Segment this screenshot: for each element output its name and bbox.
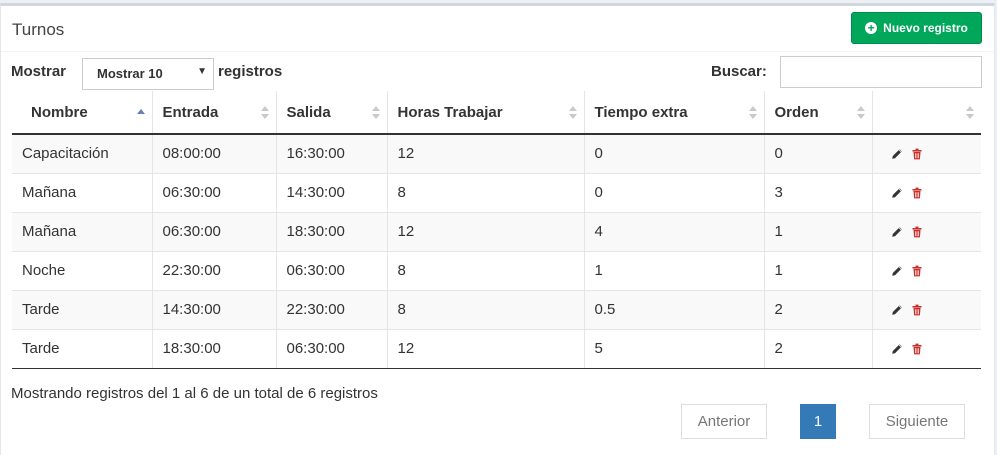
pencil-icon[interactable]: [891, 226, 903, 238]
search-input[interactable]: [780, 56, 982, 88]
cell-salida: 06:30:00: [276, 251, 388, 291]
cell-actions: [872, 134, 981, 174]
plus-circle-icon: +: [865, 22, 878, 34]
sort-icon: [748, 106, 757, 120]
length-prefix: Mostrar: [11, 63, 67, 80]
column-header-actions[interactable]: [872, 91, 981, 135]
column-header-tiempo-extra[interactable]: Tiempo extra: [584, 91, 765, 135]
cell-tiempo-extra: 0: [584, 173, 765, 213]
trash-icon[interactable]: [911, 265, 923, 277]
table-row: Tarde 14:30:00 22:30:00 8 0.5 2: [12, 290, 981, 330]
cell-nombre: Mañana: [12, 212, 153, 252]
chevron-down-icon: ▼: [197, 66, 207, 77]
pencil-icon[interactable]: [891, 265, 903, 277]
page-1-button[interactable]: 1: [800, 404, 836, 439]
table-row: Mañana 06:30:00 18:30:00 12 4 1: [12, 212, 981, 252]
trash-icon[interactable]: [911, 148, 923, 160]
cell-entrada: 08:00:00: [152, 134, 277, 174]
sort-asc-icon: [136, 106, 145, 120]
table-row: Capacitación 08:00:00 16:30:00 12 0 0: [12, 134, 981, 174]
cell-tiempo-extra: 4: [584, 212, 765, 252]
page-length-value: Mostrar 10: [97, 66, 163, 81]
cell-tiempo-extra: 1: [584, 251, 765, 291]
table-row: Noche 22:30:00 06:30:00 8 1 1: [12, 251, 981, 291]
cell-nombre: Tarde: [12, 329, 153, 369]
sort-icon: [966, 106, 974, 120]
shifts-table: Nombre Entrada Salida Horas Trabajar Tie…: [12, 91, 981, 369]
new-record-button[interactable]: + Nuevo registro: [851, 12, 982, 44]
cell-nombre: Noche: [12, 251, 153, 291]
pencil-icon[interactable]: [891, 343, 903, 355]
cell-horas-trabajar: 8: [387, 251, 585, 291]
cell-nombre: Capacitación: [12, 134, 153, 174]
table-row: Tarde 18:30:00 06:30:00 12 5 2: [12, 329, 981, 369]
table-info: Mostrando registros del 1 al 6 de un tot…: [11, 385, 378, 402]
cell-actions: [872, 173, 981, 213]
cell-entrada: 06:30:00: [152, 212, 277, 252]
table-row: Mañana 06:30:00 14:30:00 8 0 3: [12, 173, 981, 213]
column-header-salida[interactable]: Salida: [276, 91, 388, 135]
cell-entrada: 14:30:00: [152, 290, 277, 330]
cell-salida: 14:30:00: [276, 173, 388, 213]
cell-actions: [872, 329, 981, 369]
sort-icon: [371, 106, 380, 120]
cell-tiempo-extra: 0: [584, 134, 765, 174]
cell-nombre: Tarde: [12, 290, 153, 330]
cell-entrada: 22:30:00: [152, 251, 277, 291]
cell-tiempo-extra: 5: [584, 329, 765, 369]
cell-actions: [872, 212, 981, 252]
sort-icon: [568, 106, 577, 120]
cell-nombre: Mañana: [12, 173, 153, 213]
trash-icon[interactable]: [911, 304, 923, 316]
pencil-icon[interactable]: [891, 148, 903, 160]
panel-header: Turnos + Nuevo registro: [1, 6, 994, 52]
trash-icon[interactable]: [911, 343, 923, 355]
cell-horas-trabajar: 8: [387, 290, 585, 330]
cell-orden: 2: [764, 290, 873, 330]
cell-orden: 0: [764, 134, 873, 174]
new-record-label: Nuevo registro: [883, 21, 968, 35]
cell-horas-trabajar: 12: [387, 134, 585, 174]
next-page-button[interactable]: Siguiente: [869, 404, 965, 439]
cell-orden: 2: [764, 329, 873, 369]
cell-salida: 18:30:00: [276, 212, 388, 252]
cell-entrada: 18:30:00: [152, 329, 277, 369]
trash-icon[interactable]: [911, 187, 923, 199]
sort-icon: [856, 106, 865, 120]
trash-icon[interactable]: [911, 226, 923, 238]
panel-title: Turnos: [12, 20, 65, 39]
cell-actions: [872, 290, 981, 330]
cell-orden: 3: [764, 173, 873, 213]
cell-salida: 06:30:00: [276, 329, 388, 369]
cell-horas-trabajar: 12: [387, 329, 585, 369]
cell-horas-trabajar: 8: [387, 173, 585, 213]
page-length-select[interactable]: Mostrar 10 ▼: [82, 58, 214, 90]
sort-icon: [260, 106, 269, 120]
column-header-orden[interactable]: Orden: [764, 91, 873, 135]
column-header-entrada[interactable]: Entrada: [152, 91, 277, 135]
cell-orden: 1: [764, 212, 873, 252]
table-header-row: Nombre Entrada Salida Horas Trabajar Tie…: [12, 91, 981, 135]
cell-actions: [872, 251, 981, 291]
cell-orden: 1: [764, 251, 873, 291]
pencil-icon[interactable]: [891, 187, 903, 199]
cell-horas-trabajar: 12: [387, 212, 585, 252]
column-header-nombre[interactable]: Nombre: [12, 91, 153, 135]
cell-entrada: 06:30:00: [152, 173, 277, 213]
cell-tiempo-extra: 0.5: [584, 290, 765, 330]
column-header-horas-trabajar[interactable]: Horas Trabajar: [387, 91, 585, 135]
cell-salida: 16:30:00: [276, 134, 388, 174]
previous-page-button[interactable]: Anterior: [681, 404, 767, 439]
length-suffix: registros: [218, 63, 283, 80]
search-label: Buscar:: [711, 63, 767, 80]
cell-salida: 22:30:00: [276, 290, 388, 330]
pencil-icon[interactable]: [891, 304, 903, 316]
